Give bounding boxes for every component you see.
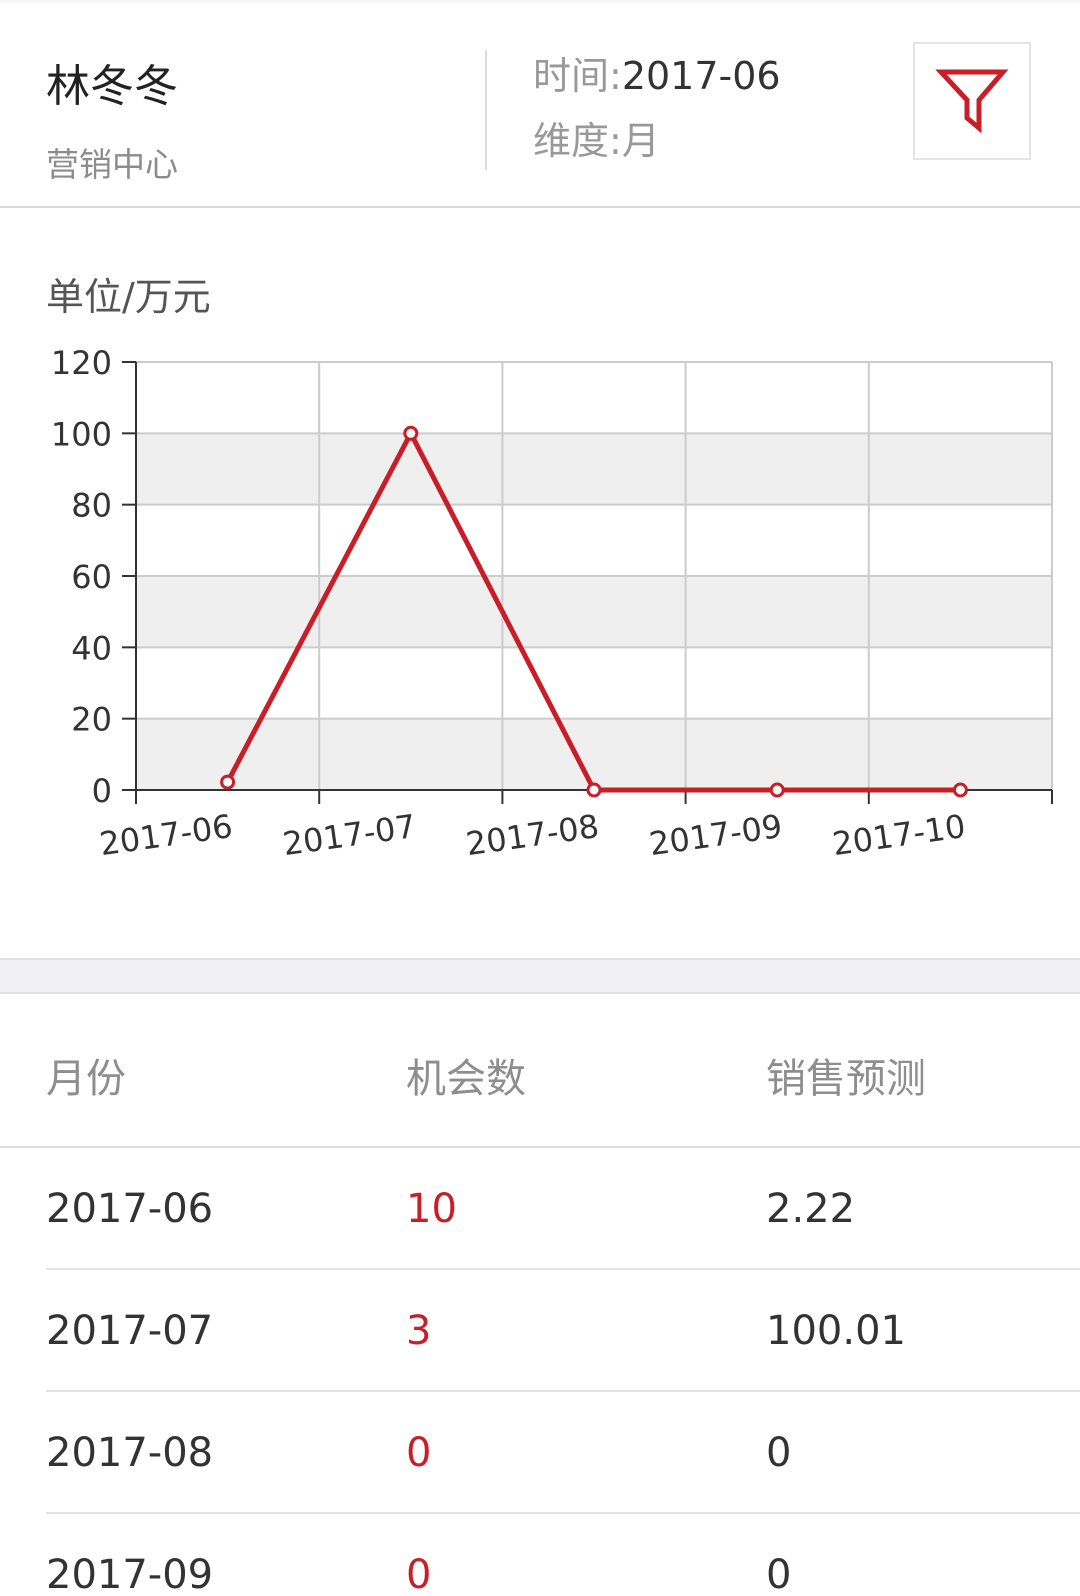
y-tick-label: 60 (71, 558, 112, 596)
dimension-label: 维度: (533, 119, 622, 163)
data-point (952, 782, 968, 798)
cell-opportunities[interactable]: 0 (406, 1430, 431, 1476)
table-row[interactable]: 2017-06 10 2.22 (46, 1148, 1080, 1270)
x-tick-label: 2017-09 (647, 807, 785, 863)
header-divider (485, 50, 487, 170)
cell-opportunities[interactable]: 3 (406, 1308, 431, 1354)
cell-month: 2017-08 (46, 1430, 214, 1476)
table-row[interactable]: 2017-07 3 100.01 (46, 1270, 1080, 1392)
x-tick-label: 2017-06 (97, 807, 235, 863)
monthly-table: 月份 机会数 销售预测 2017-06 10 2.22 2017-07 3 10… (0, 994, 1080, 1596)
cell-month: 2017-07 (46, 1308, 214, 1354)
dimension-value: 月 (621, 119, 660, 163)
cell-month: 2017-09 (46, 1552, 214, 1596)
header-opportunities: 机会数 (406, 1056, 526, 1102)
y-tick-label: 0 (92, 772, 112, 810)
filter-button[interactable] (913, 42, 1031, 160)
y-tick-label: 80 (71, 487, 112, 525)
cell-sales-forecast: 100.01 (766, 1308, 906, 1354)
x-tick-label: 2017-10 (830, 807, 968, 863)
cell-sales-forecast: 0 (766, 1430, 792, 1476)
dimension-filter-display: 维度:月 (533, 110, 660, 165)
section-separator (0, 958, 1080, 994)
y-tick-label: 20 (71, 701, 112, 739)
header-sales-forecast: 销售预测 (766, 1056, 926, 1102)
table-row[interactable]: 2017-09 0 0 (46, 1514, 1080, 1596)
page: 林冬冬 营销中心 时间:2017-06 维度:月 单位/万元 0 20 40 60 80… (0, 0, 1080, 1596)
cell-opportunities[interactable]: 10 (406, 1186, 457, 1232)
data-point (403, 425, 419, 441)
chart-grid-band (136, 576, 1052, 648)
data-point (220, 774, 236, 790)
table-row[interactable]: 2017-08 0 0 (46, 1392, 1080, 1514)
cell-sales-forecast: 0 (766, 1552, 792, 1596)
y-tick-label: 40 (71, 629, 112, 667)
y-tick-label: 100 (51, 415, 112, 453)
cell-opportunities[interactable]: 0 (406, 1552, 431, 1596)
x-tick-label: 2017-07 (280, 807, 418, 863)
time-value: 2017-06 (621, 54, 781, 98)
chart-unit-label: 单位/万元 (46, 275, 211, 319)
user-name: 林冬冬 (46, 61, 178, 112)
y-tick-label: 120 (51, 344, 112, 382)
chart-grid-band (136, 433, 1052, 505)
cell-sales-forecast: 2.22 (766, 1186, 856, 1232)
filter-icon (935, 69, 1009, 134)
header-month: 月份 (46, 1056, 126, 1102)
table-header: 月份 机会数 销售预测 (0, 994, 1080, 1148)
data-point (769, 782, 785, 798)
time-label: 时间: (533, 54, 622, 98)
chart-grid-band (136, 718, 1052, 790)
department-label: 营销中心 (46, 145, 178, 184)
cell-month: 2017-06 (46, 1186, 214, 1232)
sales-line-chart: 0 20 40 60 80 100 120 2017-06 2017-07 2017-08 2017… (51, 344, 1053, 863)
time-filter-display: 时间:2017-06 (533, 45, 781, 100)
x-tick-label: 2017-08 (464, 807, 602, 863)
data-point (586, 782, 602, 798)
header: 林冬冬 营销中心 时间:2017-06 维度:月 (0, 0, 1080, 208)
